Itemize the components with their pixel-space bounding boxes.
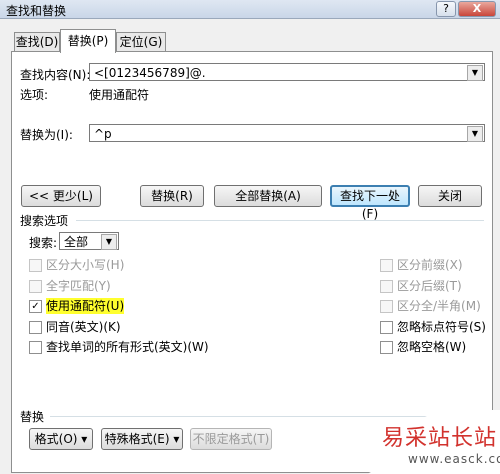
checkbox[interactable] (380, 259, 393, 272)
watermark-url: www.easck.com (408, 452, 500, 466)
watermark-text: 易采站长站 (382, 426, 498, 451)
find-what-value: <[0123456789]@. (94, 66, 206, 80)
format-button[interactable]: 格式(O) ▾ (29, 428, 93, 450)
checkbox[interactable] (380, 321, 393, 334)
search-direction-select[interactable]: 全部 ▼ (59, 232, 119, 250)
checkbox-label: 区分前缀(X) (397, 258, 463, 272)
close-button[interactable]: 关闭 (418, 185, 482, 207)
chevron-down-icon[interactable]: ▼ (467, 126, 483, 142)
tab-find[interactable]: 查找(D) (14, 32, 60, 52)
search-options-label: 搜索选项 (20, 214, 69, 228)
checkbox-checked[interactable]: ✓ (29, 300, 42, 313)
close-window-button[interactable]: X (458, 1, 496, 17)
no-formatting-button[interactable]: 不限定格式(T) (190, 428, 272, 450)
replace-with-value: ^p (94, 127, 112, 141)
tab-replace[interactable]: 替换(P) (60, 29, 116, 53)
checkbox-label: 查找单词的所有形式(英文)(W) (46, 340, 209, 354)
checkbox[interactable] (29, 341, 42, 354)
replace-with-label: 替换为(I): (20, 128, 73, 142)
window-title: 查找和替换 (6, 4, 67, 18)
checkbox-label: 区分全/半角(M) (397, 299, 481, 313)
special-format-button[interactable]: 特殊格式(E) ▾ (101, 428, 183, 450)
checkbox-label: 忽略空格(W) (397, 340, 467, 354)
replace-all-button[interactable]: 全部替换(A) (214, 185, 322, 207)
checkbox[interactable] (29, 321, 42, 334)
options-value: 使用通配符 (89, 88, 150, 102)
checkbox[interactable] (380, 300, 393, 313)
title-bar: 查找和替换 ? X (0, 0, 500, 19)
checkbox[interactable] (29, 259, 42, 272)
checkbox-label: 忽略标点符号(S) (397, 320, 486, 334)
checkbox-label: 全字匹配(Y) (46, 279, 111, 293)
chevron-down-icon[interactable]: ▼ (101, 234, 117, 250)
checkbox-label: 区分后缀(T) (397, 279, 462, 293)
find-what-label: 查找内容(N): (20, 68, 91, 82)
divider (76, 220, 484, 221)
replace-section-label: 替换 (20, 410, 45, 424)
replace-with-combo[interactable]: ^p ▼ (89, 124, 485, 142)
find-what-combo[interactable]: <[0123456789]@. ▼ (89, 63, 485, 81)
checkbox[interactable] (380, 341, 393, 354)
checkbox-label: 区分大小写(H) (46, 258, 125, 272)
search-direction-label: 搜索: (29, 236, 58, 250)
find-next-button[interactable]: 查找下一处(F) (330, 185, 410, 221)
replace-button[interactable]: 替换(R) (140, 185, 204, 207)
chevron-down-icon[interactable]: ▼ (467, 65, 483, 81)
search-direction-value: 全部 (64, 235, 89, 249)
checkbox-label: 同音(英文)(K) (46, 320, 121, 334)
less-button[interactable]: << 更少(L) (21, 185, 101, 207)
help-button[interactable]: ? (436, 1, 456, 17)
checkbox[interactable] (380, 280, 393, 293)
options-label: 选项: (20, 88, 49, 102)
checkbox-label: 使用通配符(U) (46, 298, 125, 314)
checkbox[interactable] (29, 280, 42, 293)
tab-goto[interactable]: 定位(G) (116, 32, 166, 52)
